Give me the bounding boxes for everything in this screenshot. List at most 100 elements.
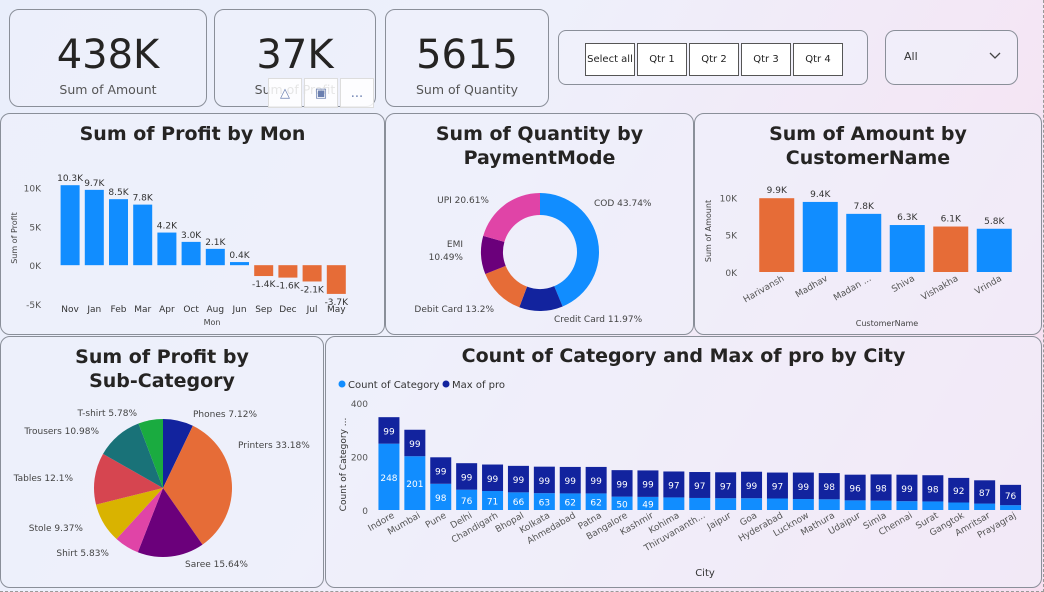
slice-label: Trousers 10.98%	[23, 427, 99, 437]
data-label: 99	[383, 427, 395, 437]
bar	[109, 199, 128, 266]
bar-segment	[922, 501, 944, 510]
data-label: 99	[798, 483, 810, 493]
data-label: 50	[616, 500, 628, 510]
filter-dropdown[interactable]: All	[885, 30, 1018, 85]
dropdown-value: All	[904, 50, 918, 63]
x-axis-label: City	[695, 568, 715, 579]
data-label: 62	[565, 499, 576, 509]
slicer-select-all[interactable]: Select all	[585, 43, 635, 76]
kpi-card-quantity: 5615 Sum of Quantity	[385, 9, 549, 107]
data-label: 99	[487, 475, 499, 485]
count-by-city-panel: Count of Category and Max of pro by City…	[325, 336, 1042, 588]
data-label: 5.8K	[984, 217, 1005, 227]
focus-mode-icon[interactable]: ▣	[304, 78, 338, 108]
data-label: 66	[513, 498, 525, 508]
y-axis-label: Count of Category ...	[339, 418, 349, 512]
y-tick-label: 0	[362, 507, 368, 517]
data-label: 98	[824, 483, 836, 493]
data-label: 3.0K	[181, 231, 202, 241]
slicer-qtr1[interactable]: Qtr 1	[637, 43, 687, 76]
bar-segment	[663, 497, 685, 510]
y-tick-label: 10K	[720, 194, 738, 204]
x-tick-label: Jan	[86, 305, 101, 315]
bar-segment	[741, 498, 763, 510]
y-tick-label: -5K	[26, 301, 42, 311]
bar-segment	[974, 503, 996, 510]
profit-by-month-chart: 10K 5K 0K -5K Sum of Profit 10.3K Nov 9.7K Jan 8.…	[10, 174, 349, 327]
slicer-qtr4[interactable]: Qtr 4	[793, 43, 843, 76]
kpi-value: 5615	[416, 32, 518, 78]
bar-segment	[689, 497, 711, 510]
data-label: 99	[435, 468, 447, 478]
data-label: 98	[927, 485, 939, 495]
quarter-slicer: Select all Qtr 1 Qtr 2 Qtr 3 Qtr 4	[558, 30, 868, 85]
bar-segment	[766, 498, 788, 510]
slice-label: Stole 9.37%	[29, 524, 84, 534]
donut-slice	[485, 265, 528, 308]
bar	[205, 248, 225, 266]
data-label: 76	[461, 497, 473, 507]
bar-segment	[792, 499, 814, 510]
data-label: 76	[1005, 492, 1017, 502]
x-tick-label: Apr	[159, 305, 175, 315]
amount-by-customer-panel: Sum of Amount by CustomerName 10K 5K 0K Sum…	[694, 113, 1042, 335]
bar-segment	[715, 498, 737, 510]
x-tick-label: Aug	[207, 305, 225, 315]
slice-label: UPI 20.61%	[437, 196, 489, 206]
bar-segment	[844, 500, 866, 510]
data-label: 97	[772, 483, 783, 493]
bar	[157, 232, 177, 266]
amount-by-customer-chart: 10K 5K 0K Sum of Amount 9.9K Harivansh 9.4K Mad…	[704, 186, 1012, 328]
bar	[302, 265, 322, 282]
more-options-icon[interactable]: ...	[340, 78, 374, 108]
chevron-down-icon	[989, 52, 1001, 59]
y-axis-label: Sum of Profit	[10, 212, 19, 264]
slicer-qtr3[interactable]: Qtr 3	[741, 43, 791, 76]
y-tick-label: 200	[351, 454, 368, 464]
x-tick-label: Sep	[255, 305, 272, 315]
bar	[759, 198, 795, 272]
bar	[802, 201, 838, 272]
data-label: 9.9K	[767, 186, 788, 196]
data-label: 99	[409, 440, 421, 450]
donut-slice	[483, 193, 540, 242]
data-label: 99	[616, 480, 628, 490]
x-tick-label: Jun	[231, 305, 246, 315]
data-label: 87	[979, 489, 990, 499]
y-tick-label: 5K	[725, 232, 738, 242]
visual-toolbar: △ ▣ ...	[268, 78, 374, 108]
x-axis-label: CustomerName	[856, 319, 919, 328]
slice-label: 10.49%	[429, 253, 464, 263]
bar-segment	[870, 500, 892, 510]
bar	[326, 265, 346, 294]
data-label: 97	[668, 481, 679, 491]
bar-segment	[1000, 505, 1022, 510]
x-tick-label: Harivansh	[742, 274, 786, 305]
data-label: 96	[849, 485, 861, 495]
data-label: 99	[513, 476, 525, 486]
x-tick-label: Mar	[134, 305, 151, 315]
y-axis-label: Sum of Amount	[704, 200, 713, 262]
data-label: 8.5K	[108, 188, 129, 198]
bar-segment	[818, 499, 840, 510]
x-axis-label: Mon	[204, 318, 221, 327]
legend-marker	[442, 380, 450, 388]
slice-label: Tables 12.1%	[13, 474, 74, 484]
kpi-label: Sum of Quantity	[415, 82, 519, 97]
bar	[230, 262, 249, 266]
pin-icon[interactable]: △	[268, 78, 302, 108]
legend-label: Max of pro	[452, 380, 505, 391]
data-label: 4.2K	[157, 222, 178, 232]
profit-by-month-panel: Sum of Profit by Mon 10K 5K 0K -5K Sum of Pr…	[0, 113, 385, 335]
y-tick-label: 0K	[29, 262, 42, 272]
data-label: 248	[380, 474, 397, 484]
legend-label: Count of Category	[348, 380, 439, 391]
slicer-qtr2[interactable]: Qtr 2	[689, 43, 739, 76]
kpi-label: Sum of Amount	[59, 82, 157, 97]
bar	[254, 265, 274, 277]
data-label: -2.1K	[300, 285, 325, 295]
x-tick-label: Madhav	[794, 274, 830, 301]
data-label: 99	[590, 477, 602, 487]
bar	[133, 204, 153, 266]
